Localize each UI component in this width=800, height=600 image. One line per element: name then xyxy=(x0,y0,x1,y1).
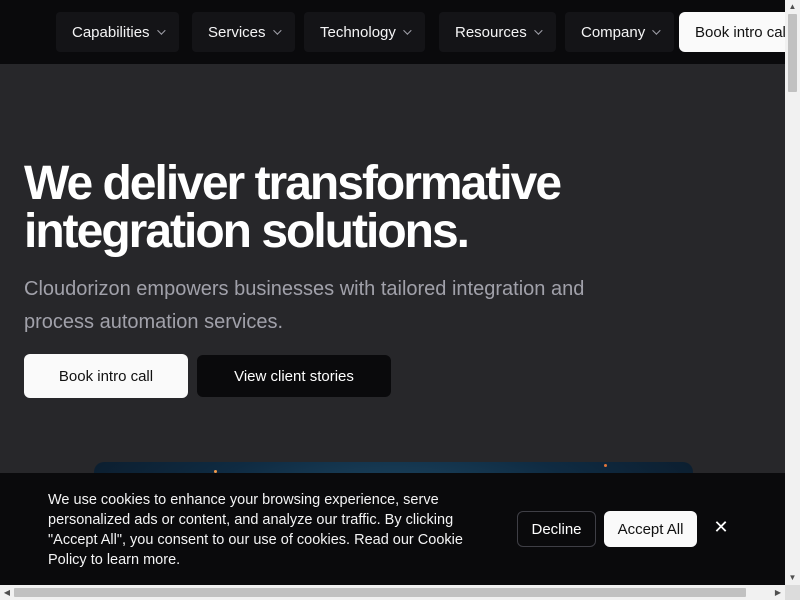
hero-subtitle: Cloudorizon empowers businesses with tai… xyxy=(24,278,585,333)
cookie-banner: We use cookies to enhance your browsing … xyxy=(0,473,785,585)
nav-item-label: Capabilities xyxy=(72,23,150,41)
nav-item-capabilities[interactable]: Capabilities xyxy=(56,12,179,52)
nav-item-label: Technology xyxy=(320,23,396,41)
chevron-down-icon xyxy=(403,26,412,35)
scroll-up-icon[interactable]: ▲ xyxy=(785,0,800,14)
cookie-banner-text: We use cookies to enhance your browsing … xyxy=(48,492,463,568)
chevron-down-icon xyxy=(156,26,166,35)
book-intro-call-button[interactable]: Book intro call xyxy=(24,354,188,398)
nav-item-label: Services xyxy=(208,23,266,41)
nav-item-technology[interactable]: Technology xyxy=(304,12,425,52)
nav-item-label: Company xyxy=(581,23,646,41)
chevron-down-icon xyxy=(533,26,543,35)
view-client-stories-button[interactable]: View client stories xyxy=(197,355,391,397)
nav-item-label: Resources xyxy=(455,23,527,41)
close-icon[interactable]: ✕ xyxy=(709,515,733,539)
scroll-down-icon[interactable]: ▼ xyxy=(785,571,800,585)
vertical-scrollbar-thumb[interactable] xyxy=(788,14,797,92)
top-navbar: Capabilities Services Technology Resourc… xyxy=(0,0,785,64)
hero-title: We deliver transformative integration so… xyxy=(24,157,562,258)
chevron-down-icon xyxy=(272,26,282,35)
scroll-left-icon[interactable]: ◀ xyxy=(0,585,14,600)
nav-item-company[interactable]: Company xyxy=(565,12,675,52)
vertical-scrollbar[interactable]: ▲ ▼ xyxy=(785,0,800,585)
nav-item-services[interactable]: Services xyxy=(192,12,295,52)
nav-cta-label: Book intro call xyxy=(695,23,785,41)
page: Capabilities Services Technology Resourc… xyxy=(0,0,785,585)
decline-cookies-button[interactable]: Decline xyxy=(517,511,596,547)
scrollbar-corner xyxy=(785,585,800,600)
nav-book-intro-call-button[interactable]: Book intro call xyxy=(679,12,785,52)
nav-item-resources[interactable]: Resources xyxy=(439,12,556,52)
scroll-right-icon[interactable]: ▶ xyxy=(771,585,785,600)
horizontal-scrollbar[interactable]: ◀ ▶ xyxy=(0,585,785,600)
horizontal-scrollbar-thumb[interactable] xyxy=(14,588,746,597)
accept-all-cookies-button[interactable]: Accept All xyxy=(604,511,697,547)
chevron-down-icon xyxy=(652,26,661,35)
